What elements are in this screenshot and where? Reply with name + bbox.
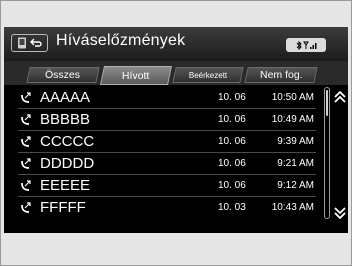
call-date: 10. 06	[218, 92, 246, 103]
tab-bar: Összes Hívott Beérkezett Nem fog.	[4, 61, 348, 85]
list-item[interactable]: EEEEE 10. 06 9:12 AM	[18, 175, 316, 197]
title-bar: Híváselőzmények	[4, 27, 348, 61]
scroll-thumb[interactable]	[326, 90, 328, 116]
call-time: 10:49 AM	[271, 114, 314, 125]
call-time: 10:43 AM	[271, 202, 314, 213]
list-item[interactable]: FFFFF 10. 03 10:43 AM	[18, 197, 316, 219]
bluetooth-icon	[296, 40, 302, 50]
contact-name: AAAAA	[40, 89, 91, 106]
call-time: 10:50 AM	[271, 92, 314, 103]
tab-dialed[interactable]: Hívott	[99, 66, 173, 85]
device-frame: Híváselőzmények Összes Hívott Beérkezett…	[0, 0, 352, 266]
contact-name: DDDDD	[40, 155, 95, 172]
outgoing-call-icon	[21, 92, 31, 103]
contact-name: EEEEE	[40, 177, 91, 194]
call-date: 10. 03	[218, 202, 246, 213]
phone-icon	[17, 37, 26, 49]
outgoing-call-icon	[21, 202, 31, 213]
tab-all[interactable]: Összes	[26, 67, 100, 83]
call-date: 10. 06	[218, 136, 246, 147]
tab-received[interactable]: Beérkezett	[172, 67, 244, 83]
outgoing-call-icon	[21, 136, 31, 147]
contact-name: CCCCC	[40, 133, 95, 150]
signal-strength-icon	[302, 41, 316, 49]
double-chevron-up-icon[interactable]	[334, 91, 346, 103]
call-time: 9:12 AM	[277, 180, 314, 191]
contact-name: FFFFF	[40, 199, 86, 216]
call-time: 9:21 AM	[277, 158, 314, 169]
list-item[interactable]: AAAAA 10. 06 10:50 AM	[18, 87, 316, 109]
status-indicator	[286, 38, 326, 52]
call-date: 10. 06	[218, 180, 246, 191]
list-item[interactable]: DDDDD 10. 06 9:21 AM	[18, 153, 316, 175]
outgoing-call-icon	[21, 114, 31, 125]
contact-name: BBBBB	[40, 111, 91, 128]
double-chevron-down-icon[interactable]	[334, 207, 346, 219]
phone-back-button[interactable]	[11, 34, 48, 52]
call-date: 10. 06	[218, 158, 246, 169]
tab-missed[interactable]: Nem fog.	[244, 67, 318, 83]
call-time: 9:39 AM	[277, 136, 314, 147]
list-item[interactable]: CCCCC 10. 06 9:39 AM	[18, 131, 316, 153]
outgoing-call-icon	[21, 180, 31, 191]
page-title: Híváselőzmények	[56, 32, 186, 49]
back-arrow-icon	[30, 38, 42, 47]
call-date: 10. 06	[218, 114, 246, 125]
call-history-screen: Híváselőzmények Összes Hívott Beérkezett…	[4, 27, 348, 233]
outgoing-call-icon	[21, 158, 31, 169]
list-item[interactable]: BBBBB 10. 06 10:49 AM	[18, 109, 316, 131]
scrollbar[interactable]	[324, 87, 330, 219]
